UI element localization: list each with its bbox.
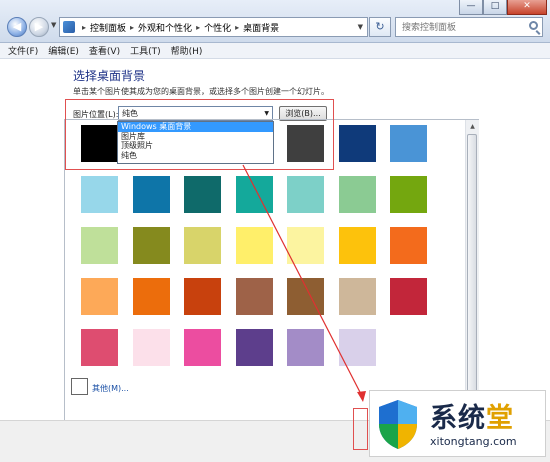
menu-edit[interactable]: 编辑(E) (48, 44, 79, 57)
color-swatch[interactable] (235, 278, 273, 315)
color-swatch[interactable] (390, 278, 427, 315)
chevron-right-icon[interactable]: ▸ (82, 23, 86, 32)
color-swatch[interactable] (390, 227, 427, 264)
breadcrumb-control-panel[interactable]: 控制面板 (90, 21, 126, 34)
menu-file[interactable]: 文件(F) (8, 44, 38, 57)
watermark-url: xitongtang.com (430, 435, 517, 448)
option-windows-backgrounds[interactable]: Windows 桌面背景 (118, 122, 273, 132)
refresh-button[interactable]: ↻ (369, 17, 391, 37)
color-swatch[interactable] (184, 329, 221, 366)
color-swatch[interactable] (132, 278, 170, 315)
color-swatch[interactable] (338, 278, 376, 315)
color-swatch[interactable] (235, 176, 273, 213)
color-swatch[interactable] (338, 329, 376, 366)
scroll-up-icon[interactable]: ▲ (466, 120, 479, 133)
save-button-highlight (353, 408, 368, 450)
color-swatch[interactable] (81, 329, 118, 366)
search-icon[interactable] (529, 21, 538, 30)
search-input[interactable] (400, 19, 524, 37)
breadcrumb-appearance[interactable]: 外观和个性化 (138, 21, 192, 34)
back-button[interactable]: ◀ (7, 17, 27, 37)
menu-tools[interactable]: 工具(T) (130, 44, 161, 57)
maximize-button[interactable]: □ (483, 0, 507, 15)
color-swatch[interactable] (81, 176, 118, 213)
breadcrumb-personalization[interactable]: 个性化 (204, 21, 231, 34)
page-subtitle: 单击某个图片使其成为您的桌面背景，或选择多个图片创建一个幻灯片。 (73, 87, 329, 96)
scroll-thumb[interactable] (467, 134, 477, 410)
close-button[interactable]: ✕ (507, 0, 547, 15)
recent-pages-icon[interactable]: ▼ (51, 21, 56, 29)
color-swatch[interactable] (132, 329, 170, 366)
minimize-button[interactable]: — (459, 0, 483, 15)
color-swatch[interactable] (235, 227, 273, 264)
breadcrumb-desktop-background[interactable]: 桌面背景 (243, 21, 279, 34)
color-swatch[interactable] (184, 176, 221, 213)
watermark-text: 系统堂 (430, 403, 514, 434)
option-picture-library[interactable]: 图片库 (118, 132, 273, 142)
color-swatch[interactable] (338, 176, 376, 213)
menu-bar: 文件(F) 编辑(E) 查看(V) 工具(T) 帮助(H) (0, 43, 550, 59)
color-swatch[interactable] (132, 227, 170, 264)
color-swatch[interactable] (184, 278, 221, 315)
chevron-down-icon[interactable]: ▼ (358, 23, 363, 31)
option-solid-colors[interactable]: 纯色 (118, 151, 273, 161)
color-swatch[interactable] (287, 227, 324, 264)
color-swatch[interactable] (287, 176, 324, 213)
color-swatch[interactable] (287, 278, 324, 315)
color-swatch[interactable] (338, 227, 376, 264)
chevron-right-icon[interactable]: ▸ (196, 23, 200, 32)
control-panel-icon (63, 21, 75, 33)
other-color-swatch[interactable] (71, 378, 88, 395)
color-swatch[interactable] (235, 329, 273, 366)
color-swatch[interactable] (81, 227, 118, 264)
color-swatch[interactable] (390, 176, 427, 213)
page-title: 选择桌面背景 (73, 69, 146, 83)
chevron-right-icon[interactable]: ▸ (130, 23, 134, 32)
color-swatch[interactable] (338, 125, 376, 162)
window-controls: — □ ✕ (459, 0, 547, 15)
search-box[interactable] (395, 17, 543, 37)
forward-button[interactable]: ▶ (29, 17, 49, 37)
menu-view[interactable]: 查看(V) (89, 44, 120, 57)
color-swatch[interactable] (132, 176, 170, 213)
color-swatch[interactable] (81, 278, 118, 315)
address-bar[interactable]: ▸ 控制面板 ▸ 外观和个性化 ▸ 个性化 ▸ 桌面背景 ▼ (59, 17, 368, 37)
color-swatch[interactable] (287, 329, 324, 366)
vertical-scrollbar[interactable]: ▲ ▼ (465, 120, 479, 424)
watermark-logo: 系统堂 xitongtang.com (369, 390, 546, 457)
title-bar: — □ ✕ ◀ ▶ ▼ ▸ 控制面板 ▸ 外观和个性化 ▸ 个性化 ▸ 桌面背景… (0, 0, 550, 43)
shield-icon (379, 400, 417, 449)
picture-location-dropdown: Windows 桌面背景 图片库 顶级照片 纯色 (117, 121, 274, 164)
menu-help[interactable]: 帮助(H) (171, 44, 203, 57)
option-top-rated-photos[interactable]: 顶级照片 (118, 141, 273, 151)
other-colors-link[interactable]: 其他(M)... (92, 383, 129, 394)
color-swatch[interactable] (184, 227, 221, 264)
color-swatch[interactable] (390, 125, 427, 162)
chevron-right-icon[interactable]: ▸ (235, 23, 239, 32)
